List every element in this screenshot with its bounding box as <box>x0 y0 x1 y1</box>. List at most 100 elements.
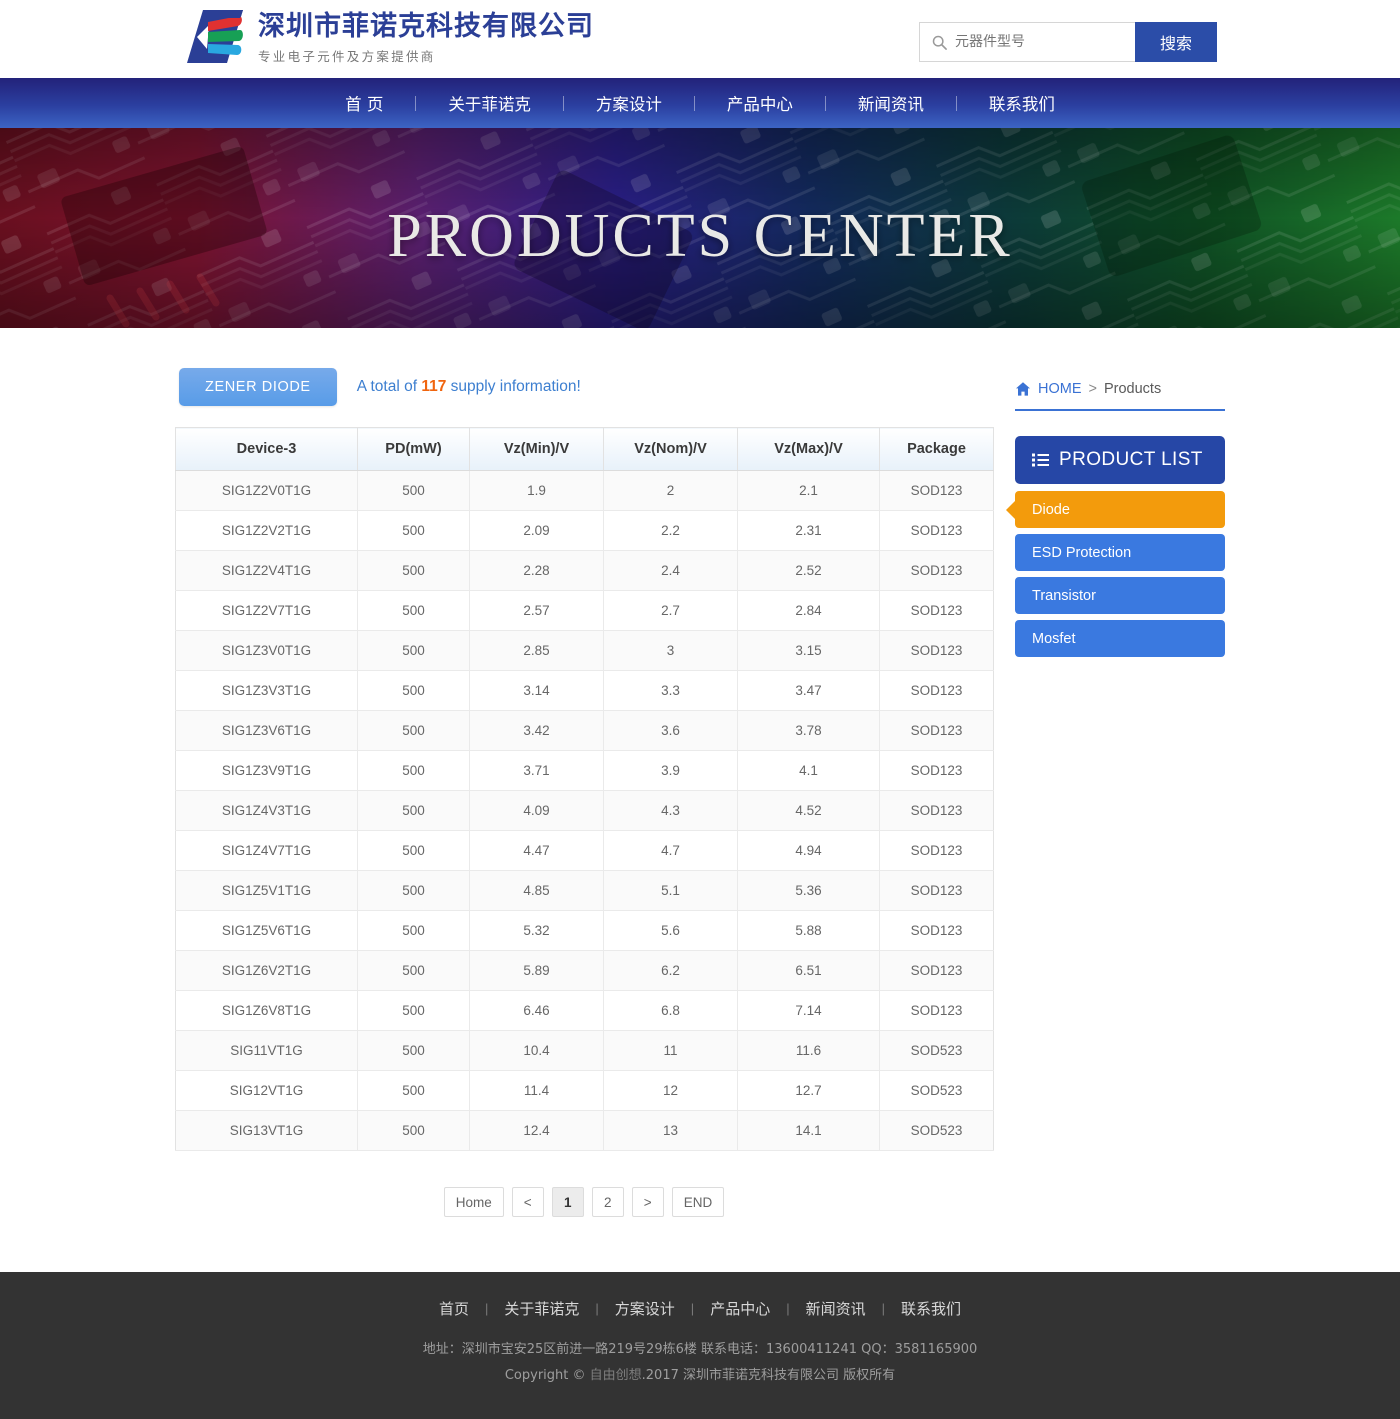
table-cell: 3.15 <box>737 630 880 671</box>
table-cell: 500 <box>357 510 470 551</box>
table-row[interactable]: SIG1Z3V3T1G 500 3.14 3.3 3.47 SOD123 <box>175 670 994 711</box>
table-row[interactable]: SIG11VT1G 500 10.4 11 11.6 SOD523 <box>175 1030 994 1071</box>
table-cell: 11 <box>603 1030 738 1071</box>
table-cell: 3.14 <box>469 670 604 711</box>
home-icon <box>1016 382 1030 396</box>
table-header-row: Device-3 PD(mW) Vz(Min)/V Vz(Nom)/V Vz(Max)/… <box>175 427 994 471</box>
breadcrumb-home[interactable]: HOME <box>1038 381 1082 397</box>
footer-nav-item[interactable]: 关于菲诺克 <box>488 1298 595 1319</box>
table-row[interactable]: SIG1Z4V3T1G 500 4.09 4.3 4.52 SOD123 <box>175 790 994 831</box>
nav-item-solutions[interactable]: 方案设计 <box>564 91 694 115</box>
table-cell: SOD123 <box>879 550 994 591</box>
table-row[interactable]: SIG1Z2V4T1G 500 2.28 2.4 2.52 SOD123 <box>175 550 994 591</box>
table-cell: 500 <box>357 590 470 631</box>
table-row[interactable]: SIG1Z6V2T1G 500 5.89 6.2 6.51 SOD123 <box>175 950 994 991</box>
table-row[interactable]: SIG1Z2V2T1G 500 2.09 2.2 2.31 SOD123 <box>175 510 994 551</box>
table-cell: 7.14 <box>737 990 880 1031</box>
pagination-item[interactable]: 1 <box>551 1187 584 1217</box>
table-cell: 2.2 <box>603 510 738 551</box>
table-cell: 2 <box>603 470 738 511</box>
search-bar[interactable]: 搜索 <box>919 22 1217 62</box>
table-row[interactable]: SIG1Z3V0T1G 500 2.85 3 3.15 SOD123 <box>175 630 994 671</box>
table-cell: SIG13VT1G <box>175 1110 358 1151</box>
table-cell: 13 <box>603 1110 738 1151</box>
supply-suffix: supply information! <box>450 378 581 395</box>
table-cell: 500 <box>357 670 470 711</box>
table-cell: 500 <box>357 870 470 911</box>
table-cell: SIG1Z4V7T1G <box>175 830 358 871</box>
table-cell: 3.78 <box>737 710 880 751</box>
product-list-item-label: ESD Protection <box>1032 544 1132 561</box>
search-button[interactable]: 搜索 <box>1135 22 1217 62</box>
table-cell: 3.47 <box>737 670 880 711</box>
nav-item-about[interactable]: 关于菲诺克 <box>416 91 563 115</box>
product-list-item-diode[interactable]: Diode <box>1015 491 1225 528</box>
pagination-item[interactable]: END <box>671 1187 725 1217</box>
table-cell: 5.36 <box>737 870 880 911</box>
copyright-prefix: Copyright © <box>504 1368 590 1383</box>
breadcrumb: HOME > Products <box>1015 381 1225 411</box>
footer-nav-item[interactable]: 联系我们 <box>885 1298 977 1319</box>
table-cell: 4.52 <box>737 790 880 831</box>
nav-item-products[interactable]: 产品中心 <box>695 91 825 115</box>
table-row[interactable]: SIG1Z5V6T1G 500 5.32 5.6 5.88 SOD123 <box>175 910 994 951</box>
table-cell: 4.09 <box>469 790 604 831</box>
copyright-suffix: .2017 深圳市菲诺克科技有限公司 版权所有 <box>641 1368 896 1383</box>
table-body: SIG1Z2V0T1G 500 1.9 2 2.1 SOD123 SIG1Z2V2T1G 50… <box>175 470 994 1151</box>
table-cell: 14.1 <box>737 1110 880 1151</box>
table-cell: SOD123 <box>879 470 994 511</box>
logo[interactable]: 深圳市菲诺克科技有限公司 专业电子元件及方案提供商 <box>183 8 594 66</box>
table-row[interactable]: SIG12VT1G 500 11.4 12 12.7 SOD523 <box>175 1070 994 1111</box>
footer-nav-item[interactable]: 新闻资讯 <box>790 1298 882 1319</box>
main-content: ZENER DIODE A total of 117 supply inform… <box>175 328 1225 1272</box>
pagination-item[interactable]: > <box>631 1187 664 1217</box>
product-list-item-esd-protection[interactable]: ESD Protection <box>1015 534 1225 571</box>
table-cell: 500 <box>357 990 470 1031</box>
table-row[interactable]: SIG13VT1G 500 12.4 13 14.1 SOD523 <box>175 1110 994 1151</box>
nav-item-contact[interactable]: 联系我们 <box>957 91 1087 115</box>
table-row[interactable]: SIG1Z3V6T1G 500 3.42 3.6 3.78 SOD123 <box>175 710 994 751</box>
table-row[interactable]: SIG1Z2V0T1G 500 1.9 2 2.1 SOD123 <box>175 470 994 511</box>
table-cell: 2.52 <box>737 550 880 591</box>
footer-nav-item[interactable]: 首页 <box>423 1298 485 1319</box>
pagination-item[interactable]: < <box>511 1187 544 1217</box>
product-list-item-label: Diode <box>1032 501 1070 518</box>
table-cell: 12.7 <box>737 1070 880 1111</box>
table-row[interactable]: SIG1Z2V7T1G 500 2.57 2.7 2.84 SOD123 <box>175 590 994 631</box>
nav-item-home[interactable]: 首 页 <box>313 91 415 115</box>
pagination-item[interactable]: 2 <box>591 1187 624 1217</box>
table-cell: 12 <box>603 1070 738 1111</box>
table-cell: 2.7 <box>603 590 738 631</box>
table-column-header: PD(mW) <box>357 427 470 471</box>
footer-nav-item[interactable]: 产品中心 <box>694 1298 786 1319</box>
table-row[interactable]: SIG1Z4V7T1G 500 4.47 4.7 4.94 SOD123 <box>175 830 994 871</box>
copyright-link[interactable]: 自由创想 <box>590 1368 642 1383</box>
table-cell: 3.3 <box>603 670 738 711</box>
pagination-item[interactable]: Home <box>443 1187 504 1217</box>
table-cell: 5.88 <box>737 910 880 951</box>
table-row[interactable]: SIG1Z3V9T1G 500 3.71 3.9 4.1 SOD123 <box>175 750 994 791</box>
product-list-item-label: Transistor <box>1032 587 1096 604</box>
table-cell: 500 <box>357 630 470 671</box>
table-cell: 2.1 <box>737 470 880 511</box>
search-input[interactable] <box>955 34 1135 50</box>
table-cell: SOD123 <box>879 670 994 711</box>
table-cell: 500 <box>357 1110 470 1151</box>
product-list-item-mosfet[interactable]: Mosfet <box>1015 620 1225 657</box>
table-row[interactable]: SIG1Z5V1T1G 500 4.85 5.1 5.36 SOD123 <box>175 870 994 911</box>
table-cell: SIG1Z2V4T1G <box>175 550 358 591</box>
product-list-item-transistor[interactable]: Transistor <box>1015 577 1225 614</box>
table-cell: SIG1Z2V7T1G <box>175 590 358 631</box>
table-cell: 2.57 <box>469 590 604 631</box>
category-tab-zener-diode[interactable]: ZENER DIODE <box>179 368 337 406</box>
footer-address: 地址：深圳市宝安25区前进一路219号29栋6楼 联系电话：1360041124… <box>422 1342 978 1357</box>
table-cell: SOD123 <box>879 830 994 871</box>
search-field-wrapper[interactable] <box>919 22 1135 62</box>
table-row[interactable]: SIG1Z6V8T1G 500 6.46 6.8 7.14 SOD123 <box>175 990 994 1031</box>
table-cell: 3 <box>603 630 738 671</box>
table-cell: 500 <box>357 790 470 831</box>
supply-prefix: A total of <box>356 378 418 395</box>
table-cell: SOD523 <box>879 1110 994 1151</box>
footer-nav-item[interactable]: 方案设计 <box>599 1298 691 1319</box>
nav-item-news[interactable]: 新闻资讯 <box>826 91 956 115</box>
